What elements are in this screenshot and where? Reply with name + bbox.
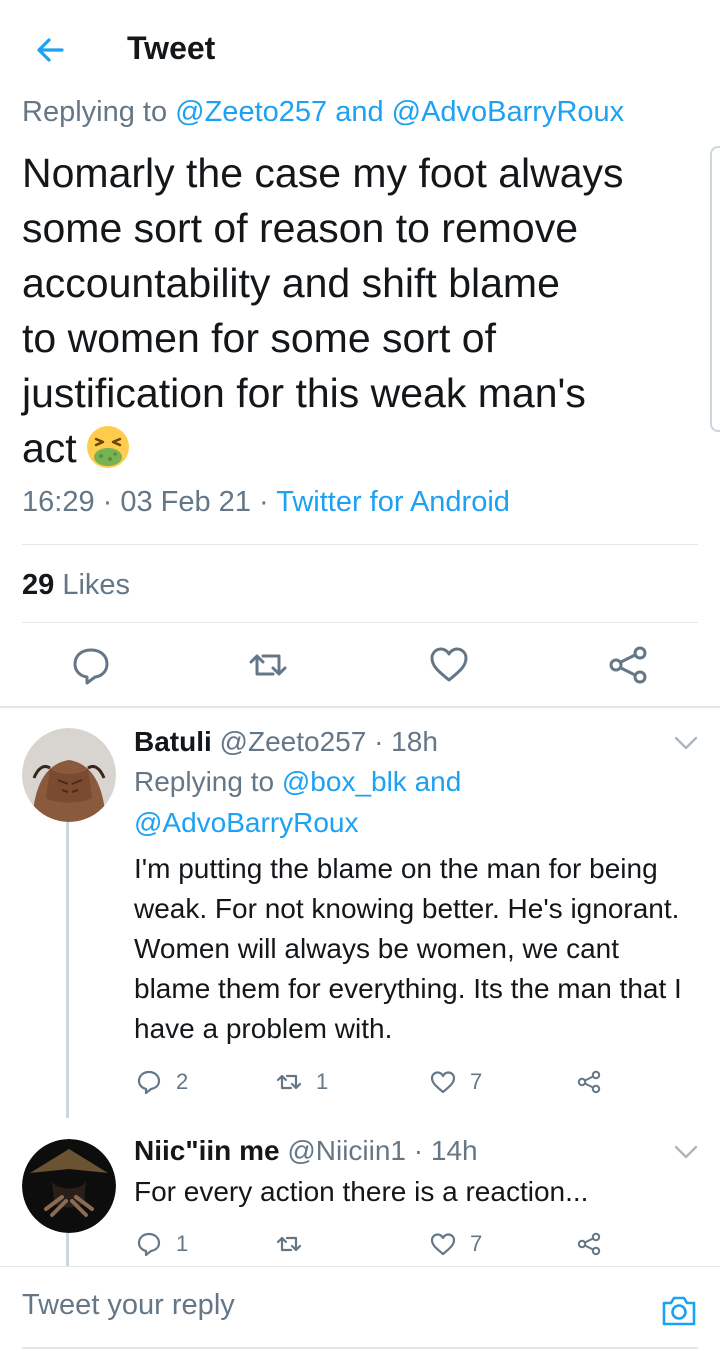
retweet-icon[interactable]: [243, 640, 293, 690]
reply-author-name[interactable]: Niic"iin me: [134, 1135, 280, 1166]
divider: [0, 706, 720, 708]
reply-header: Niic"iin me @Niiciin1 · 14h: [134, 1135, 478, 1167]
divider: [22, 622, 698, 623]
share-icon[interactable]: [603, 640, 653, 690]
reply-text: For every action there is a reaction...: [134, 1176, 589, 1207]
thread-line: [66, 818, 69, 1118]
reply-author-handle: @Zeeto257 · 18h: [211, 726, 438, 757]
likes-label: Likes: [54, 569, 131, 601]
retweet-icon: [276, 1074, 302, 1090]
compose-bar: Tweet your reply: [0, 1266, 720, 1356]
tweet-timestamp: 16:29 · 03 Feb 21 ·: [22, 486, 277, 518]
page-title: Tweet: [127, 30, 216, 66]
reply-author-name[interactable]: Batuli: [134, 726, 212, 757]
reply-replying-handles-link-2[interactable]: @AdvoBarryRoux: [134, 807, 359, 839]
like-count: 7: [470, 1069, 483, 1094]
retweet-count: 1: [316, 1069, 329, 1094]
share-icon[interactable]: [574, 1228, 604, 1260]
nauseated-face-emoji-icon: [86, 426, 129, 468]
like-heart-icon: [430, 1071, 456, 1094]
reply-icon: [137, 1232, 161, 1257]
reply-input[interactable]: Tweet your reply: [22, 1289, 235, 1322]
tweet-text: Nomarly the case my foot always some sor…: [22, 146, 702, 476]
divider: [22, 544, 698, 545]
reply-text: I'm putting the blame on the man for bei…: [134, 853, 682, 1044]
chevron-down-icon[interactable]: [673, 1143, 699, 1161]
reply-replying-to-line: Replying to @box_blk and: [134, 766, 461, 798]
reply-author-handle: @Niiciin1 · 14h: [279, 1135, 478, 1166]
likes-number: 29: [22, 569, 55, 601]
replying-to-label: Replying to: [22, 96, 176, 128]
likes-count-link[interactable]: 29 Likes: [22, 569, 130, 602]
share-icon[interactable]: [574, 1066, 604, 1098]
thread-line: [66, 1233, 69, 1266]
replying-to-handles-link[interactable]: @Zeeto257 and @AdvoBarryRoux: [175, 96, 624, 128]
like-heart-icon: [430, 1233, 456, 1256]
reply-icon[interactable]: [66, 640, 116, 690]
reply-like-button[interactable]: 7: [428, 1066, 482, 1098]
reply-like-button[interactable]: 7: [428, 1228, 482, 1260]
reply-reply-button[interactable]: 2: [134, 1066, 188, 1098]
chevron-down-icon[interactable]: [673, 734, 699, 752]
avatar[interactable]: [22, 728, 116, 822]
reply-icon: [137, 1070, 161, 1095]
camera-icon[interactable]: [660, 1291, 698, 1329]
reply-retweet-button[interactable]: 1: [274, 1066, 328, 1098]
tweet-text-content: Nomarly the case my foot always some sor…: [22, 150, 624, 471]
reply-replying-handles-link[interactable]: @box_blk and: [282, 766, 461, 797]
tweet-meta: 16:29 · 03 Feb 21 · Twitter for Android: [22, 486, 510, 519]
divider: [22, 1347, 698, 1349]
tweet-source-link[interactable]: Twitter for Android: [276, 486, 510, 518]
reply-count: 2: [176, 1069, 189, 1094]
back-arrow-icon[interactable]: [30, 30, 70, 70]
retweet-icon: [276, 1236, 302, 1252]
top-bar: Tweet: [0, 0, 720, 98]
reply-header: Batuli @Zeeto257 · 18h: [134, 726, 438, 758]
like-heart-icon[interactable]: [424, 640, 474, 690]
reply-replying-label: Replying to: [134, 766, 282, 797]
reply-count: 1: [176, 1231, 189, 1256]
scroll-indicator: [710, 146, 720, 432]
like-count: 7: [470, 1231, 483, 1256]
replying-to-line: Replying to @Zeeto257 and @AdvoBarryRoux: [22, 96, 624, 129]
reply-reply-button[interactable]: 1: [134, 1228, 188, 1260]
avatar[interactable]: [22, 1139, 116, 1233]
reply-retweet-button[interactable]: [274, 1228, 316, 1260]
